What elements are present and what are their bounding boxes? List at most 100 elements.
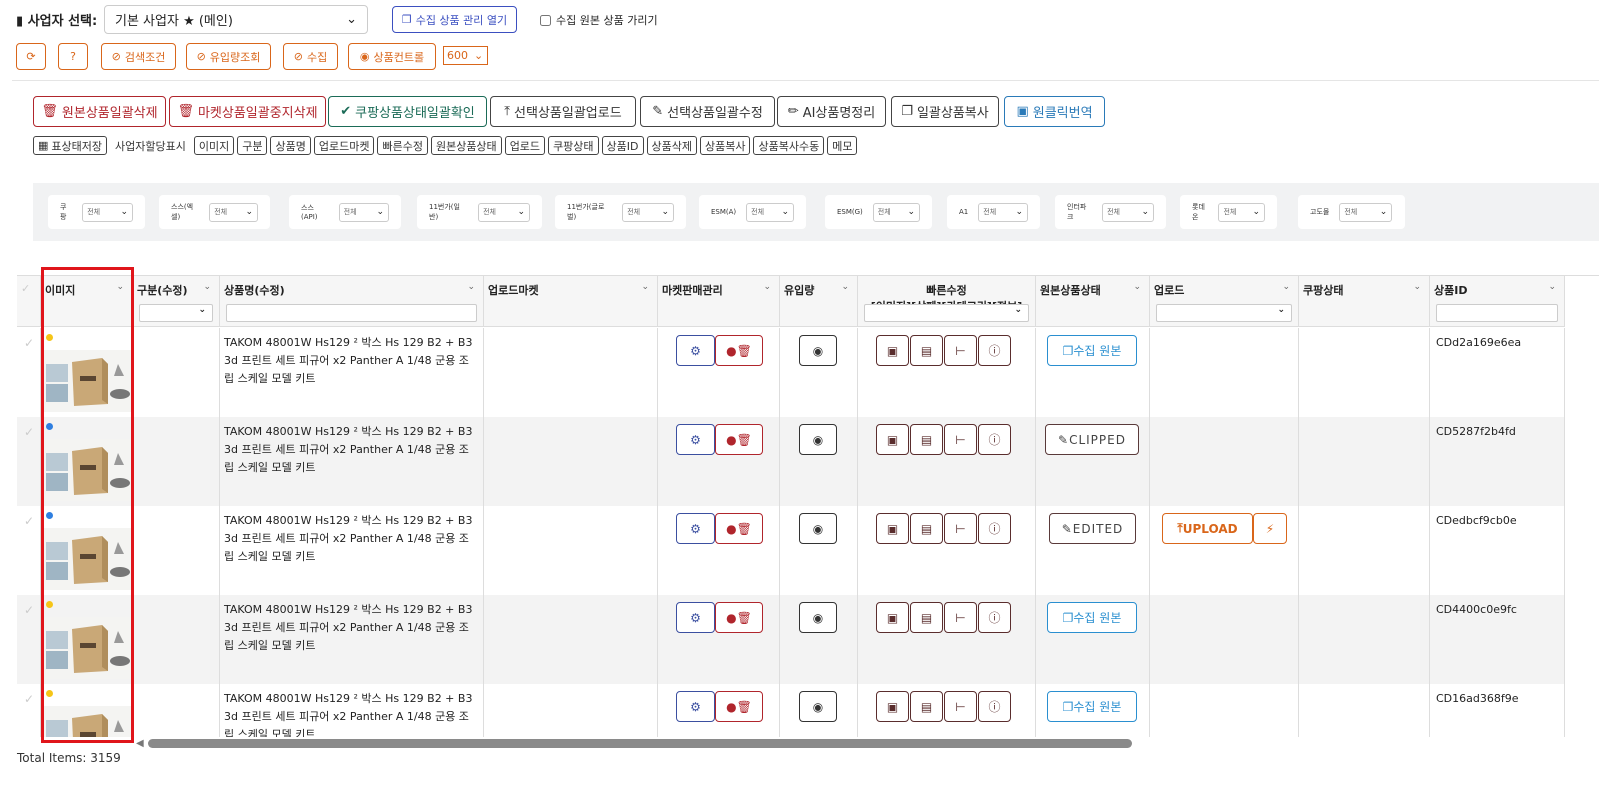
quick-edit-image-button[interactable]: ▣ xyxy=(876,335,909,366)
column-toggle-chip[interactable]: 상품복사수동 xyxy=(753,136,825,155)
status-clipped-button[interactable]: ✎ CLIPPED xyxy=(1045,424,1139,455)
column-toggle-chip[interactable]: 상품복사 xyxy=(700,136,751,155)
row-checkbox[interactable]: ✓ xyxy=(17,328,41,417)
view-traffic-button[interactable]: ◉ xyxy=(799,691,837,722)
upload-button[interactable]: ⤒ UPLOAD xyxy=(1162,513,1253,544)
status-edited-button[interactable]: ✎ EDITED xyxy=(1049,513,1136,544)
quick-edit-info-button[interactable]: ⓘ xyxy=(978,691,1011,722)
open-collect-button[interactable]: ❐ 수집 상품 관리 열기 xyxy=(392,6,517,33)
view-traffic-button[interactable]: ◉ xyxy=(799,513,837,544)
column-filter-select[interactable]: ⌄ xyxy=(864,304,1029,322)
row-checkbox[interactable]: ✓ xyxy=(17,684,41,737)
column-header[interactable]: 구분(수정) ⌄ ⌄ xyxy=(133,276,220,327)
toolbar-4-button[interactable]: ⊘ 수집 xyxy=(283,43,338,70)
market-settings-button[interactable]: ⚙ xyxy=(676,424,715,455)
filter-select[interactable]: 전체 ⌄ xyxy=(622,202,674,222)
quick-edit-file-button[interactable]: ▤ xyxy=(910,691,943,722)
filter-select[interactable]: 전체 ⌄ xyxy=(872,202,920,222)
status-collect-button[interactable]: ❐ 수집 원본 xyxy=(1047,335,1137,366)
quick-edit-image-button[interactable]: ▣ xyxy=(876,602,909,633)
quick-edit-sitemap-button[interactable]: ⊢ xyxy=(944,602,977,633)
select-all-checkbox[interactable]: ✓ xyxy=(17,276,41,327)
column-header[interactable]: 상품명(수정) ⌄ xyxy=(220,276,484,327)
quick-edit-file-button[interactable]: ▤ xyxy=(910,424,943,455)
product-thumbnail[interactable] xyxy=(44,439,132,504)
column-toggle-chip[interactable]: 업로드 xyxy=(504,136,546,155)
quick-edit-info-button[interactable]: ⓘ xyxy=(978,602,1011,633)
chevron-down-icon[interactable]: ⌄ xyxy=(1282,282,1290,292)
action-button-5[interactable]: ✏ AI상품명정리 xyxy=(777,96,886,127)
quick-upload-button[interactable]: ⚡ xyxy=(1253,513,1287,544)
action-button-0[interactable]: 🗑 원본상품일괄삭제 xyxy=(33,96,166,127)
filter-select[interactable]: 전체 ⌄ xyxy=(1218,202,1265,222)
view-traffic-button[interactable]: ◉ xyxy=(799,424,837,455)
action-button-4[interactable]: ✎ 선택상품일괄수정 xyxy=(640,96,775,127)
row-checkbox[interactable]: ✓ xyxy=(17,595,41,684)
column-header[interactable]: 이미지 ⌄ xyxy=(41,276,133,327)
filter-select[interactable]: 전체 ⌄ xyxy=(1102,202,1154,222)
market-settings-button[interactable]: ⚙ xyxy=(676,513,715,544)
quick-edit-file-button[interactable]: ▤ xyxy=(910,335,943,366)
chevron-down-icon[interactable]: ⌄ xyxy=(203,282,211,292)
quick-edit-info-button[interactable]: ⓘ xyxy=(978,424,1011,455)
filter-select[interactable]: 전체 ⌄ xyxy=(1339,202,1393,222)
quick-edit-sitemap-button[interactable]: ⊢ xyxy=(944,424,977,455)
quick-edit-sitemap-button[interactable]: ⊢ xyxy=(944,513,977,544)
product-thumbnail[interactable] xyxy=(44,706,132,737)
market-stop-delete-button[interactable]: ●🗑 xyxy=(715,335,763,366)
action-button-7[interactable]: ▣ 원클릭번역 xyxy=(1004,96,1105,127)
row-checkbox[interactable]: ✓ xyxy=(17,506,41,595)
market-stop-delete-button[interactable]: ●🗑 xyxy=(715,513,763,544)
product-thumbnail[interactable] xyxy=(44,528,132,593)
column-header[interactable]: 마켓판매관리 ⌄ xyxy=(658,276,780,327)
column-toggle-chip[interactable]: 상품삭제 xyxy=(646,136,697,155)
quick-edit-image-button[interactable]: ▣ xyxy=(876,513,909,544)
hide-original-checkbox[interactable] xyxy=(540,14,551,26)
market-stop-delete-button[interactable]: ●🗑 xyxy=(715,424,763,455)
chevron-down-icon[interactable]: ⌄ xyxy=(641,282,649,292)
action-button-1[interactable]: 🗑 마켓상품일괄중지삭제 xyxy=(169,96,326,127)
column-filter-select[interactable]: ⌄ xyxy=(1156,304,1292,322)
column-header[interactable]: 상품ID ⌄ xyxy=(1430,276,1565,327)
product-thumbnail[interactable] xyxy=(44,350,132,415)
column-header[interactable]: 업로드 ⌄ ⌄ xyxy=(1150,276,1299,327)
column-filter-input[interactable] xyxy=(1436,304,1558,322)
column-header[interactable]: 빠른수정[이미지][상페][카테고리][정보]⌄ xyxy=(858,276,1036,327)
filter-select[interactable]: 전체 ⌄ xyxy=(746,202,794,222)
market-stop-delete-button[interactable]: ●🗑 xyxy=(715,691,763,722)
chevron-down-icon[interactable]: ⌄ xyxy=(467,282,475,292)
chevron-down-icon[interactable]: ⌄ xyxy=(841,282,849,292)
quick-edit-info-button[interactable]: ⓘ xyxy=(978,335,1011,366)
chevron-down-icon[interactable]: ⌄ xyxy=(116,282,124,292)
chevron-down-icon[interactable]: ⌄ xyxy=(1133,282,1141,292)
column-toggle-chip[interactable]: 원본상품상태 xyxy=(430,136,502,155)
column-toggle-chip[interactable]: 구분 xyxy=(237,136,268,155)
action-button-6[interactable]: ❐ 일괄상품복사 xyxy=(891,96,999,127)
row-checkbox[interactable]: ✓ xyxy=(17,417,41,506)
filter-select[interactable]: 전체 ⌄ xyxy=(338,202,389,222)
action-button-2[interactable]: ✔ 쿠팡상품상태일괄확인 xyxy=(328,96,487,127)
quick-edit-image-button[interactable]: ▣ xyxy=(876,691,909,722)
quick-edit-sitemap-button[interactable]: ⊢ xyxy=(944,335,977,366)
filter-select[interactable]: 전체 ⌄ xyxy=(478,202,530,222)
column-filter-input[interactable] xyxy=(226,304,477,322)
column-header[interactable]: 유입량 ⌄ xyxy=(780,276,858,327)
column-toggle-chip[interactable]: 쿠팡상태 xyxy=(548,136,599,155)
column-header[interactable]: 원본상품상태 ⌄ xyxy=(1036,276,1150,327)
column-header[interactable]: 업로드마켓 ⌄ xyxy=(484,276,658,327)
column-toggle-chip[interactable]: 업로드마켓 xyxy=(313,136,375,155)
refresh-button[interactable]: ⟳ xyxy=(16,43,46,70)
question-button[interactable]: ? xyxy=(58,43,88,70)
view-traffic-button[interactable]: ◉ xyxy=(799,335,837,366)
product-thumbnail[interactable] xyxy=(44,617,132,682)
status-collect-button[interactable]: ❐ 수집 원본 xyxy=(1047,691,1137,722)
chevron-down-icon[interactable]: ⌄ xyxy=(1413,282,1421,292)
column-header[interactable]: 쿠팡상태 ⌄ xyxy=(1299,276,1430,327)
chevron-down-icon[interactable]: ⌄ xyxy=(1548,282,1556,292)
scroll-left-icon[interactable]: ◀ xyxy=(136,738,144,749)
toolbar-5-button[interactable]: ◉ 상품컨트롤 xyxy=(348,43,436,70)
toolbar-3-button[interactable]: ⊘ 유입량조회 xyxy=(186,43,271,70)
market-stop-delete-button[interactable]: ●🗑 xyxy=(715,602,763,633)
filter-select[interactable]: 전체 ⌄ xyxy=(978,202,1028,222)
market-settings-button[interactable]: ⚙ xyxy=(676,691,715,722)
